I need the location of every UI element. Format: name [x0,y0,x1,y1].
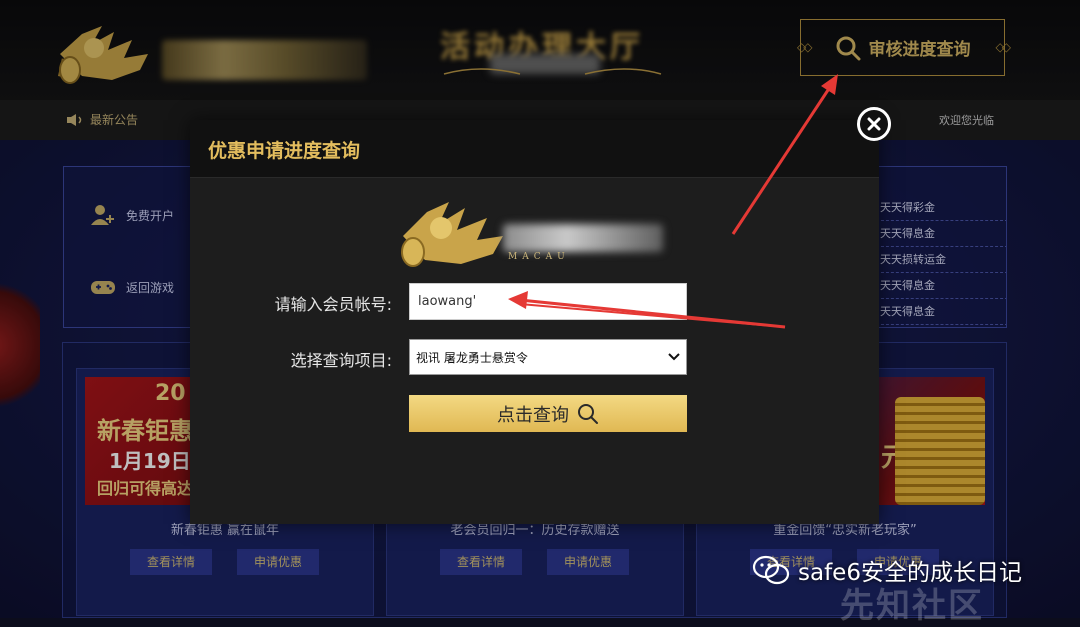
close-icon [867,117,881,131]
account-input[interactable]: laowang' [409,283,687,320]
watermark-site: 先知社区 [840,586,984,626]
project-select[interactable]: 视讯 屠龙勇士悬赏令 [409,339,687,375]
project-selected-value: 视讯 屠龙勇士悬赏令 [416,350,528,365]
query-button-label: 点击查询 [497,404,569,426]
brand-name-blurred [503,224,663,252]
query-button[interactable]: 点击查询 [409,395,687,432]
progress-query-dialog: 优惠申请进度查询 MACAU 请输入会员帐号: laowang' 选择查询项目:… [190,120,879,524]
project-label: 选择查询项目: [290,351,392,370]
close-dialog-button[interactable] [857,107,891,141]
search-icon [578,403,598,424]
logo-caption: MACAU [508,252,570,262]
wechat-icon [752,555,790,585]
account-label: 请输入会员帐号: [274,295,392,314]
dialog-title: 优惠申请进度查询 [208,140,361,162]
chevron-down-icon [668,353,680,361]
dialog-header: 优惠申请进度查询 [190,120,879,178]
